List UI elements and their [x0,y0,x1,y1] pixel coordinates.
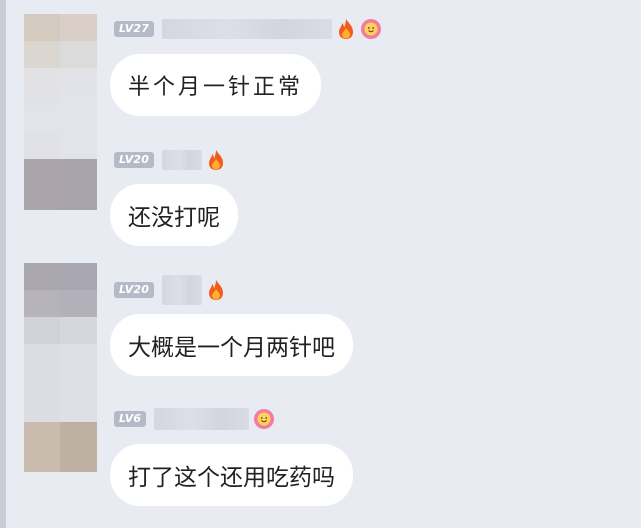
message-meta: LV20 [114,148,226,172]
message-meta: LV6 [114,407,275,431]
window-edge [0,0,6,528]
username-redacted[interactable] [162,150,203,170]
level-badge: LV6 [114,411,147,427]
message-meta: LV27 [114,17,382,41]
username-redacted[interactable] [154,408,250,430]
avatar[interactable] [24,105,97,210]
message-text: 半个月一针正常 [128,75,304,100]
username-redacted[interactable] [162,19,333,39]
message-bubble[interactable]: 打了这个还用吃药吗 [110,444,353,506]
message-bubble[interactable]: 还没打呢 [110,184,238,246]
level-badge: LV20 [114,152,155,168]
avatar[interactable] [24,14,97,119]
message-bubble[interactable]: 大概是一个月两针吧 [110,314,353,376]
avatar[interactable] [24,368,97,472]
message-meta: LV20 [114,275,226,305]
level-badge: LV20 [114,282,155,298]
fire-icon [339,19,354,39]
fire-icon [209,280,224,300]
message-text: 打了这个还用吃药吗 [128,465,335,491]
flower-icon [361,19,382,39]
avatar[interactable] [24,263,97,368]
message-bubble[interactable]: 半个月一针正常 [110,54,322,116]
message-text: 还没打呢 [128,205,220,231]
message-text: 大概是一个月两针吧 [128,335,335,361]
level-badge: LV27 [114,21,155,37]
flower-icon [254,409,275,429]
username-redacted[interactable] [162,275,203,305]
fire-icon [209,150,224,170]
